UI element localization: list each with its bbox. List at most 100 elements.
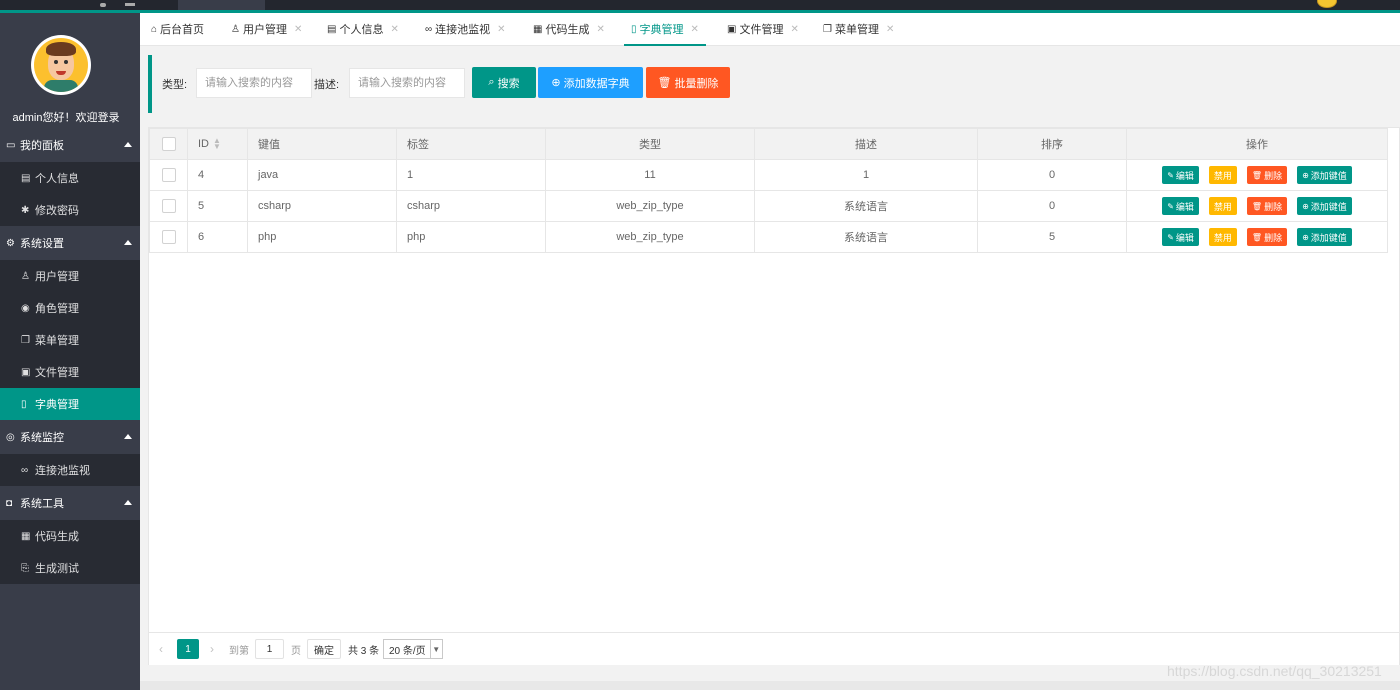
sidebar-item-change-password[interactable]: ✱ 修改密码: [0, 194, 140, 226]
row-select-cell[interactable]: [149, 159, 188, 191]
close-icon[interactable]: ✕: [886, 24, 894, 35]
code-icon: ▦: [533, 23, 543, 35]
page-size-select[interactable]: 20 条/页 ▼: [383, 639, 443, 659]
pencil-icon: ✎: [1167, 232, 1174, 242]
avatar[interactable]: [31, 35, 91, 95]
pagination: ‹ 1 › 到第 1 页 确定 共 3 条 20 条/页 ▼: [149, 632, 1399, 665]
tab-dictionary[interactable]: ▯ 字典管理 ✕: [624, 13, 706, 46]
row-checkbox[interactable]: [161, 230, 176, 244]
add-key-button[interactable]: ⊕ 添加键值: [1297, 166, 1352, 184]
trash-icon: 🗑: [1251, 201, 1263, 211]
header-icon[interactable]: [100, 3, 106, 7]
col-desc-header: 描述: [754, 128, 978, 160]
header-active-tab[interactable]: [178, 0, 265, 10]
sidebar-item-connection-pool[interactable]: ∞ 连接池监视: [0, 454, 140, 486]
goto-page-input[interactable]: 1: [255, 639, 284, 659]
disable-button[interactable]: 禁用: [1208, 197, 1237, 215]
sidebar-item-files[interactable]: ▣ 文件管理: [0, 356, 140, 388]
sidebar: admin您好！欢迎登录 ▭ 我的面板 ▤ 个人信息 ✱ 修改密码 ⚙ 系统设置…: [0, 13, 140, 690]
delete-button[interactable]: 🗑 删除: [1246, 197, 1288, 215]
windows-icon: ❐: [21, 334, 30, 346]
disable-button[interactable]: 禁用: [1208, 166, 1237, 184]
tab-files[interactable]: ▣ 文件管理 ✕: [727, 13, 799, 45]
file-icon: ▯: [21, 398, 27, 410]
header-icon[interactable]: [125, 3, 135, 6]
sidebar-item-label: 菜单管理: [35, 335, 79, 347]
tab-connection-pool[interactable]: ∞ 连接池监视 ✕: [425, 13, 506, 45]
sidebar-item-dictionary[interactable]: ▯ 字典管理: [0, 388, 140, 420]
add-dictionary-button[interactable]: ⊕ 添加数据字典: [538, 67, 643, 98]
cell-type: 11: [545, 159, 755, 191]
next-page-icon[interactable]: ›: [210, 639, 214, 659]
nav-group-system-settings[interactable]: ⚙ 系统设置: [0, 226, 140, 260]
sidebar-item-profile[interactable]: ▤ 个人信息: [0, 162, 140, 194]
select-all-checkbox[interactable]: [161, 137, 176, 151]
add-key-button[interactable]: ⊕ 添加键值: [1297, 197, 1352, 215]
close-icon[interactable]: ✕: [596, 24, 604, 35]
delete-button[interactable]: 🗑 删除: [1246, 166, 1288, 184]
tab-users[interactable]: ♙ 用户管理 ✕: [231, 13, 302, 45]
pencil-icon: ✎: [1167, 201, 1174, 211]
col-sort-header: 排序: [977, 128, 1127, 160]
col-label-header: 标签: [396, 128, 546, 160]
select-all-cell[interactable]: [149, 128, 188, 160]
cell-ops: ✎ 编辑 禁用 🗑 删除 ⊕ 添加键值: [1126, 159, 1388, 191]
search-icon: ⌕: [488, 76, 495, 88]
search-button[interactable]: ⌕ 搜索: [472, 67, 536, 98]
sidebar-item-label: 用户管理: [35, 271, 79, 283]
sidebar-item-gen-test[interactable]: ⎘ 生成测试: [0, 552, 140, 584]
close-icon[interactable]: ✕: [390, 24, 398, 35]
sidebar-item-label: 个人信息: [35, 173, 79, 185]
tab-label: 用户管理: [242, 24, 287, 36]
sidebar-item-code-gen[interactable]: ▦ 代码生成: [0, 520, 140, 552]
nav-group-my-panel[interactable]: ▭ 我的面板: [0, 128, 140, 162]
row-checkbox[interactable]: [161, 199, 176, 213]
sidebar-item-roles[interactable]: ◉ 角色管理: [0, 292, 140, 324]
tab-profile[interactable]: ▤ 个人信息 ✕: [327, 13, 399, 45]
tab-code-gen[interactable]: ▦ 代码生成 ✕: [533, 13, 605, 45]
sidebar-item-users[interactable]: ♙ 用户管理: [0, 260, 140, 292]
row-select-cell[interactable]: [149, 221, 188, 253]
close-icon[interactable]: ✕: [790, 24, 798, 35]
page-1-button[interactable]: 1: [177, 639, 199, 659]
cell-id: 5: [187, 190, 248, 222]
goto-confirm-button[interactable]: 确定: [307, 639, 341, 659]
tab-label: 连接池监视: [435, 24, 491, 36]
sort-icon[interactable]: ▲ ▼: [213, 137, 221, 151]
page-size-value: 20 条/页: [389, 645, 426, 657]
nav-group-system-monitor[interactable]: ◎ 系统监控: [0, 420, 140, 454]
tab-home[interactable]: ⌂ 后台首页: [151, 13, 204, 45]
prev-page-icon[interactable]: ‹: [159, 639, 163, 659]
nav-group-label: 系统设置: [20, 238, 64, 250]
close-icon[interactable]: ✕: [691, 24, 699, 35]
sidebar-item-menus[interactable]: ❐ 菜单管理: [0, 324, 140, 356]
row-checkbox[interactable]: [161, 168, 176, 182]
caret-up-icon: [124, 142, 132, 147]
col-id-header[interactable]: ID ▲ ▼: [187, 128, 248, 160]
close-icon[interactable]: ✕: [294, 24, 302, 35]
user-avatar[interactable]: [1317, 0, 1337, 8]
delete-button[interactable]: 🗑 删除: [1246, 228, 1288, 246]
type-search-input[interactable]: [196, 68, 312, 98]
nav-group-label: 我的面板: [20, 140, 64, 152]
row-select-cell[interactable]: [149, 190, 188, 222]
close-icon[interactable]: ✕: [497, 24, 505, 35]
add-key-button[interactable]: ⊕ 添加键值: [1297, 228, 1352, 246]
home-icon: ⌂: [151, 23, 158, 35]
copy-icon: ⎘: [21, 562, 29, 574]
edit-button[interactable]: ✎ 编辑: [1162, 228, 1199, 246]
watermark-text: https://blog.csdn.net/qq_30213251: [1167, 663, 1382, 679]
cell-type: web_zip_type: [545, 221, 755, 253]
disable-button[interactable]: 禁用: [1208, 228, 1237, 246]
edit-button[interactable]: ✎ 编辑: [1162, 197, 1199, 215]
page-label: 页: [291, 645, 301, 657]
tab-menus[interactable]: ❐ 菜单管理 ✕: [823, 13, 894, 45]
batch-delete-button[interactable]: 🗑 批量删除: [646, 67, 730, 98]
cell-key: csharp: [247, 190, 397, 222]
nav-group-system-tools[interactable]: ◘ 系统工具: [0, 486, 140, 520]
desc-search-input[interactable]: [349, 68, 465, 98]
table-row: 6 php php web_zip_type 系统语言 5 ✎ 编辑 禁用 🗑 删除…: [149, 221, 1388, 253]
tab-label: 后台首页: [160, 24, 205, 36]
edit-button[interactable]: ✎ 编辑: [1162, 166, 1199, 184]
trash-icon: 🗑: [1251, 232, 1263, 242]
